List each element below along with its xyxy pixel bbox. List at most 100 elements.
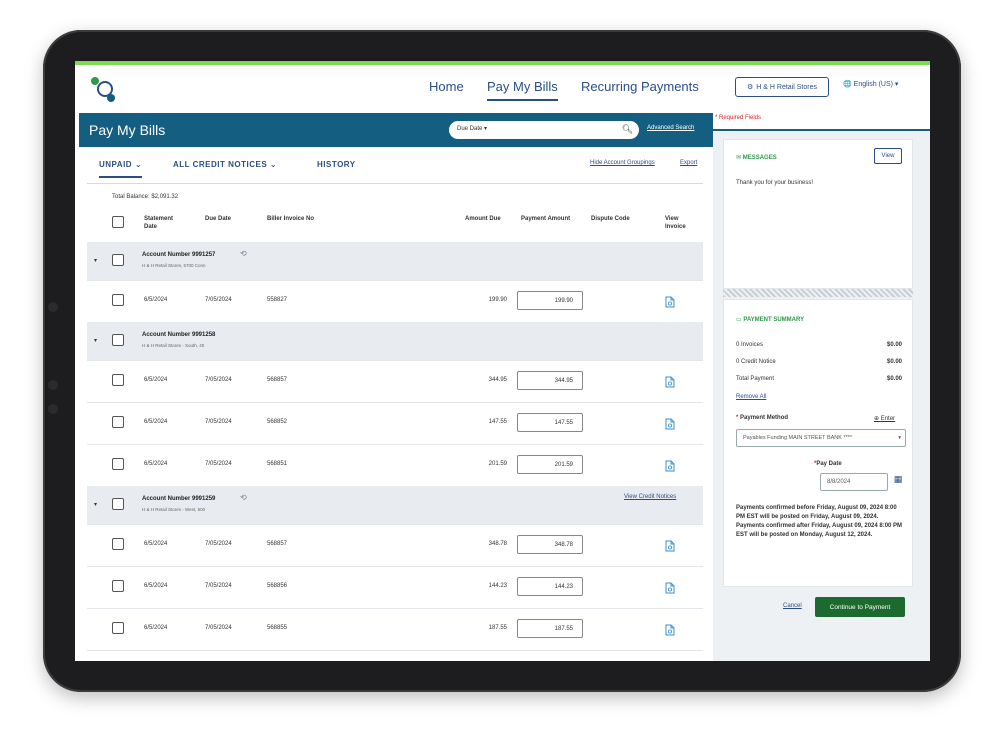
tablet-button xyxy=(48,380,58,390)
summary-credit-value: $0.00 xyxy=(886,359,902,365)
row-checkbox[interactable] xyxy=(112,374,124,386)
hide-groupings-link[interactable]: Hide Account Groupings xyxy=(590,160,655,166)
page-header: Pay My Bills Due Date ▾ 🔍︎ Advanced Sear… xyxy=(79,113,713,147)
collapse-caret-icon[interactable]: ▾ xyxy=(94,257,97,264)
view-invoice-icon[interactable] xyxy=(665,539,675,552)
due-date: 7/05/2024 xyxy=(205,377,232,383)
posting-note: Payments confirmed before Friday, August… xyxy=(736,505,903,538)
view-invoice-icon[interactable] xyxy=(665,581,675,594)
due-date: 7/05/2024 xyxy=(205,541,232,547)
view-credit-notices-link[interactable]: View Credit Notices xyxy=(624,494,676,500)
payment-amount-input[interactable]: 348.78 xyxy=(517,535,583,554)
search-icon[interactable]: 🔍︎ xyxy=(622,124,633,135)
col-payment-amount: Payment Amount xyxy=(521,216,571,222)
due-date: 7/05/2024 xyxy=(205,625,232,631)
nav-pay-my-bills[interactable]: Pay My Bills xyxy=(487,79,558,101)
globe-icon: 🌐 xyxy=(843,81,852,88)
app-screen: Home Pay My Bills Recurring Payments ⚙ H… xyxy=(75,61,930,661)
view-invoice-icon[interactable] xyxy=(665,295,675,308)
cancel-link[interactable]: Cancel xyxy=(783,603,802,609)
messages-view-button[interactable]: View xyxy=(874,148,902,164)
payment-method-select[interactable]: Payables Funding MAIN STREET BANK **** ▾ xyxy=(736,429,906,447)
tab-credit-notices[interactable]: ALL CREDIT NOTICES ⌄ xyxy=(173,160,277,169)
payment-amount-input[interactable]: 344.95 xyxy=(517,371,583,390)
amount-due: 144.23 xyxy=(488,583,507,589)
row-checkbox[interactable] xyxy=(112,580,124,592)
top-nav: Home Pay My Bills Recurring Payments ⚙ H… xyxy=(75,65,930,113)
col-biller-invoice: Biller Invoice No xyxy=(267,216,315,222)
statement-date: 6/5/2024 xyxy=(144,625,168,631)
search-input[interactable]: Due Date ▾ 🔍︎ xyxy=(449,121,639,139)
table-row: 6/5/2024 7/05/2024 568857 348.78 348.78 xyxy=(87,524,703,567)
row-checkbox[interactable] xyxy=(112,538,124,550)
group-checkbox[interactable] xyxy=(112,254,124,266)
row-checkbox[interactable] xyxy=(112,622,124,634)
pay-date-input[interactable]: 8/8/2024 xyxy=(820,473,888,491)
row-checkbox[interactable] xyxy=(112,416,124,428)
export-link[interactable]: Export xyxy=(680,160,697,166)
statement-date: 6/5/2024 xyxy=(144,297,168,303)
select-all-checkbox[interactable] xyxy=(112,216,124,228)
language-selector[interactable]: 🌐 English (US) ▾ xyxy=(843,80,898,88)
invoice-number: 568855 xyxy=(267,625,288,631)
calendar-icon[interactable]: ▦ xyxy=(890,474,906,490)
payment-amount-input[interactable]: 187.55 xyxy=(517,619,583,638)
language-label: English (US) ▾ xyxy=(853,81,899,88)
enter-payment-method-link[interactable]: ⊕ Enter xyxy=(874,415,895,422)
continue-to-payment-button[interactable]: Continue to Payment xyxy=(815,597,905,617)
table-row: 6/5/2024 7/05/2024 558827 199.90 199.90 xyxy=(87,280,703,323)
due-date: 7/05/2024 xyxy=(205,583,232,589)
invoice-number: 568852 xyxy=(267,419,288,425)
recurring-icon: ⟲ xyxy=(240,249,247,258)
payment-amount-input[interactable]: 144.23 xyxy=(517,577,583,596)
collapse-caret-icon[interactable]: ▾ xyxy=(94,337,97,344)
collapse-caret-icon[interactable]: ▾ xyxy=(94,501,97,508)
tablet-button xyxy=(48,302,58,312)
col-amount-due: Amount Due xyxy=(465,216,501,222)
messages-title: ✉ MESSAGES xyxy=(736,155,777,161)
amount-due: 201.59 xyxy=(488,461,507,467)
tab-unpaid[interactable]: UNPAID ⌄ xyxy=(99,160,143,178)
search-filter-select[interactable]: Due Date ▾ xyxy=(457,125,487,132)
summary-credit: 0 Credit Notice $0.00 xyxy=(736,359,902,365)
col-due-date: Due Date xyxy=(205,216,232,222)
table-row: 6/5/2024 7/05/2024 568852 147.55 147.55 xyxy=(87,402,703,445)
statement-date: 6/5/2024 xyxy=(144,419,168,425)
store-label: H & H Retail Stores xyxy=(756,83,817,91)
chevron-down-icon: ⌄ xyxy=(134,160,143,169)
remove-all-link[interactable]: Remove All xyxy=(736,394,902,400)
advanced-search-link[interactable]: Advanced Search xyxy=(647,125,694,131)
nav-home[interactable]: Home xyxy=(429,79,464,94)
account-group-row: ▾ Account Number 9991258 H & H Retail Stor… xyxy=(87,322,703,361)
account-number: Account Number 9991258 xyxy=(142,332,216,338)
account-address: H & H Retail Stores, 5700 Conn xyxy=(142,263,206,268)
view-invoice-icon[interactable] xyxy=(665,459,675,472)
nav-recurring-payments[interactable]: Recurring Payments xyxy=(581,79,699,94)
payment-amount-input[interactable]: 201.59 xyxy=(517,455,583,474)
account-number: Account Number 9991257 xyxy=(142,252,216,258)
payment-amount-input[interactable]: 199.90 xyxy=(517,291,583,310)
message-text: Thank you for your business! xyxy=(736,180,814,186)
payment-method-label: * Payment Method xyxy=(736,415,789,421)
mail-icon: ✉ xyxy=(736,155,742,161)
due-date: 7/05/2024 xyxy=(205,419,232,425)
table-row: 6/5/2024 7/05/2024 568851 201.59 201.59 xyxy=(87,444,703,487)
view-invoice-icon[interactable] xyxy=(665,623,675,636)
view-invoice-icon[interactable] xyxy=(665,375,675,388)
group-checkbox[interactable] xyxy=(112,498,124,510)
pay-date-label: *Pay Date xyxy=(814,461,842,467)
account-group-row: ▾ Account Number 9991259 H & H Retail Stor… xyxy=(87,486,703,525)
row-checkbox[interactable] xyxy=(112,294,124,306)
row-checkbox[interactable] xyxy=(112,458,124,470)
summary-invoices-value: $0.00 xyxy=(886,342,902,348)
page-title: Pay My Bills xyxy=(89,122,166,138)
payment-amount-input[interactable]: 147.55 xyxy=(517,413,583,432)
tab-history[interactable]: HISTORY xyxy=(317,160,356,169)
required-fields-note: * Required Fields xyxy=(715,115,762,121)
store-selector-button[interactable]: ⚙ H & H Retail Stores xyxy=(735,77,829,97)
table-row: 6/5/2024 7/05/2024 568856 144.23 144.23 xyxy=(87,566,703,609)
group-checkbox[interactable] xyxy=(112,334,124,346)
account-group-row: ▾ Account Number 9991257 H & H Retail Stor… xyxy=(87,242,703,281)
view-invoice-icon[interactable] xyxy=(665,417,675,430)
due-date: 7/05/2024 xyxy=(205,297,232,303)
